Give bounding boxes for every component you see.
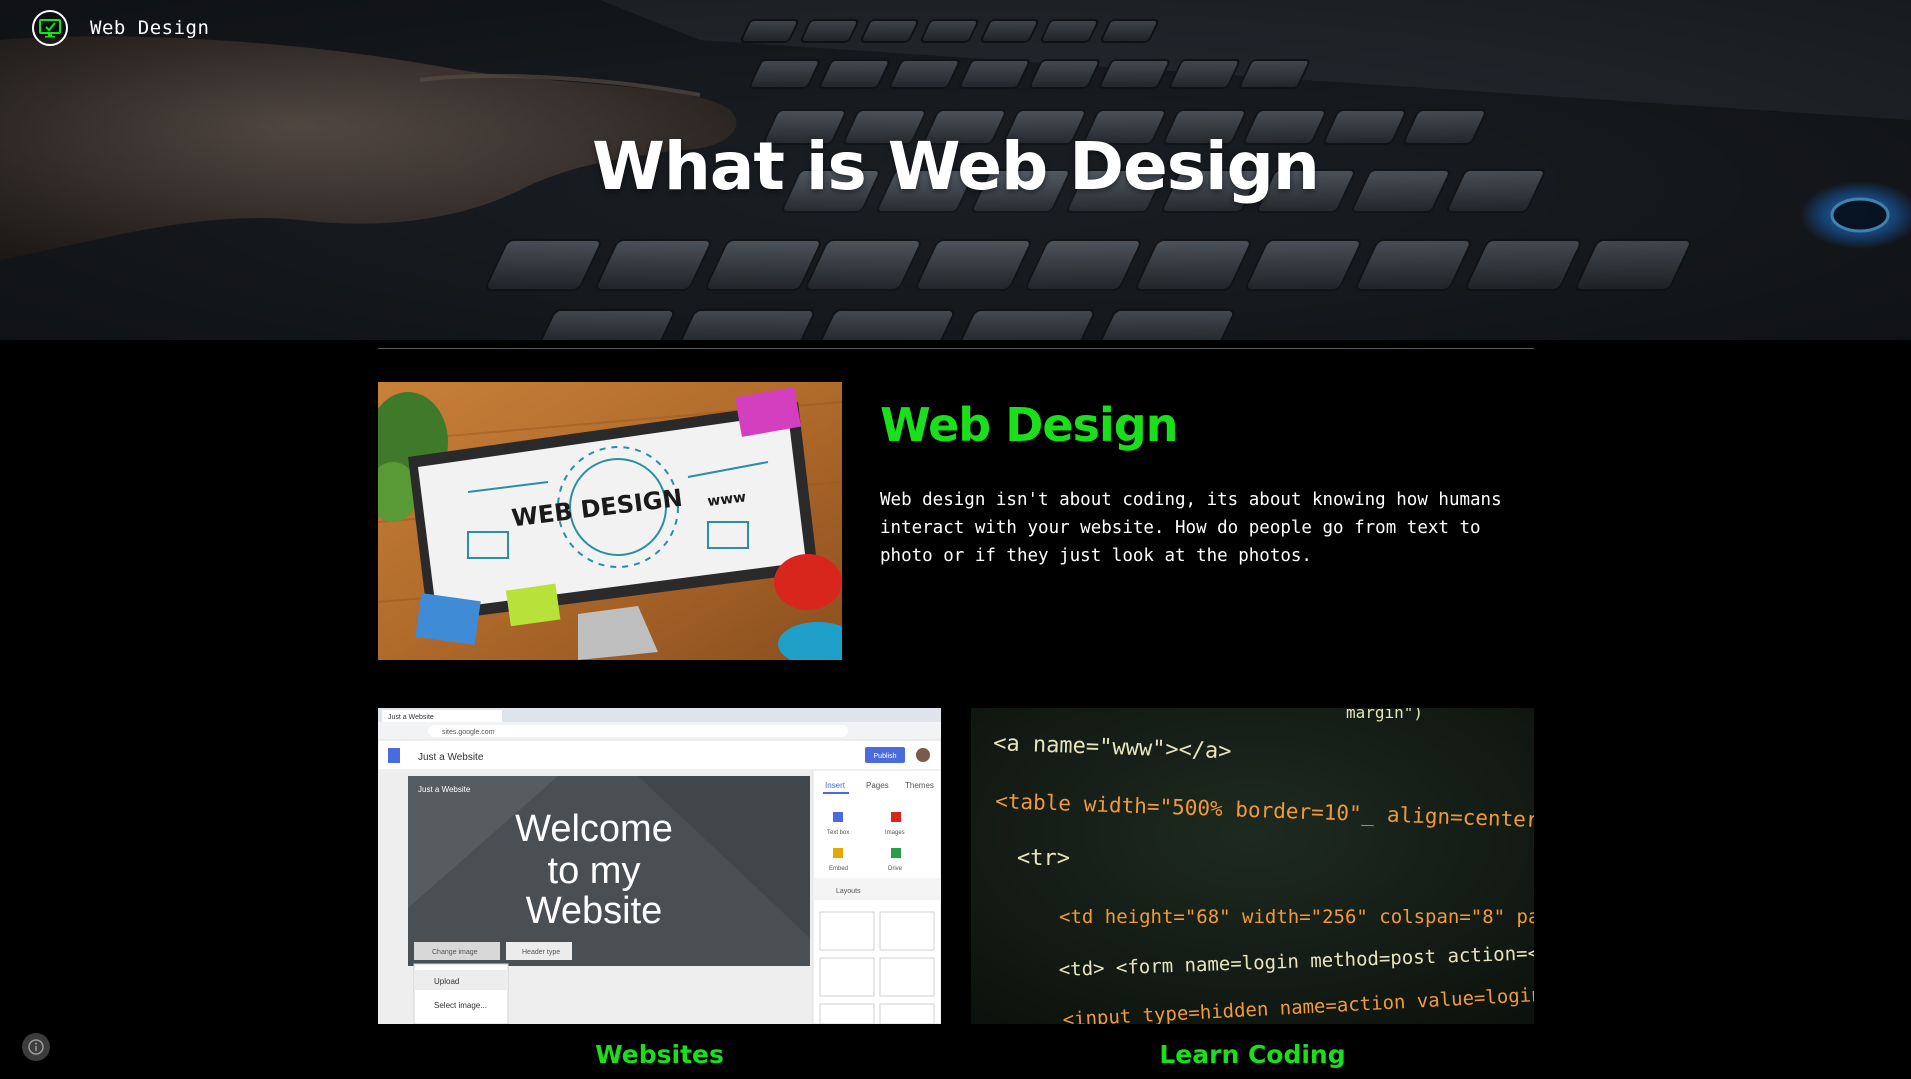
mock-hero-line-2: to my [548,850,641,892]
info-button[interactable] [22,1033,50,1061]
site-title[interactable]: Web Design [90,17,209,39]
mock-panel-layouts: Layouts [836,888,861,895]
card-label-learn-coding[interactable]: Learn Coding [971,1040,1534,1069]
mock-doc-title: Just a Website [418,752,484,763]
mock-header-type: Header type [522,949,560,956]
mock-panel-embed: Embed [829,866,848,872]
hero-banner: Web Design What is Web Design [0,0,1911,340]
mock-panel-tab-pages: Pages [866,781,889,790]
feature-heading: Web Design [880,398,1178,452]
code-line-0: margin") [1346,708,1423,722]
mock-panel-textbox: Text box [827,830,849,836]
monitor-check-icon [39,19,61,38]
mock-publish-button: Publish [874,753,897,760]
site-logo[interactable] [32,10,68,46]
html-code-screenshot[interactable]: margin") <a name="www"></a> <table width… [971,708,1534,1024]
info-icon [28,1039,44,1055]
mock-hero-line-1: Welcome [515,808,673,850]
feature-description: Web design isn't about coding, its about… [880,490,1502,566]
mock-select-image: Select image... [434,1001,487,1010]
mock-upload: Upload [434,977,459,986]
mock-panel-tab-themes: Themes [905,781,934,790]
mock-hero-line-3: Website [526,890,663,932]
mock-panel-tab-insert: Insert [825,781,846,790]
mock-panel-images: Images [885,830,905,836]
web-design-monitor-image: WEB DESIGN www [378,382,842,660]
mock-tab-title: Just a Website [388,714,434,721]
website-builder-screenshot[interactable]: Just a Website sites.google.com Just a W… [378,708,941,1024]
mock-panel-drive: Drive [888,866,903,872]
section-divider [378,348,1534,349]
mock-url: sites.google.com [442,729,495,736]
code-line-3: <tr> [1017,846,1070,871]
card-label-websites[interactable]: Websites [378,1040,941,1069]
mock-page-title: Just a Website [418,785,471,794]
site-header: Web Design [32,10,209,46]
code-line-4: <td height="68" width="256" colspan="8" … [1059,906,1534,928]
hero-title: What is Web Design [592,128,1320,205]
mock-change-image: Change image [432,949,478,956]
